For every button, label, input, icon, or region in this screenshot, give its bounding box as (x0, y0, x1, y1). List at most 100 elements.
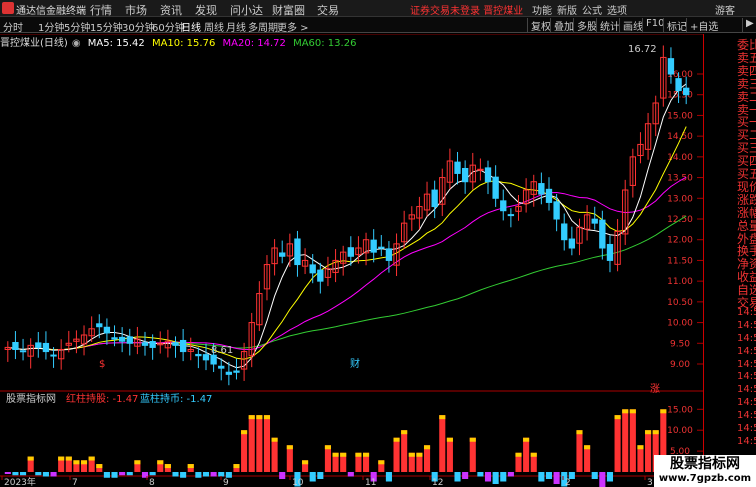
ind-tick-label: 10.00 (667, 426, 693, 436)
price-tick-label: 11.00 (667, 277, 693, 287)
candle-body (103, 326, 111, 334)
blue-bar (477, 472, 484, 477)
red-bar-cap (446, 437, 453, 442)
period-30min[interactable]: 30分钟 (122, 19, 155, 34)
period-more[interactable]: 更多 > (277, 19, 309, 34)
candle-body (454, 161, 461, 174)
red-bar (614, 415, 621, 472)
red-bar (446, 437, 453, 472)
candle-body (96, 323, 103, 328)
login-warning[interactable]: 证券交易未登录 晋控煤业 (410, 2, 523, 17)
time-tick-label: 9 (223, 478, 229, 487)
candle-body (35, 342, 42, 348)
red-bar (622, 409, 629, 472)
menu-quotes[interactable]: 行情 (90, 2, 112, 18)
candle-body (477, 168, 484, 171)
side-panel-label: 14:50 (737, 319, 756, 331)
price-tick-label: 13.50 (667, 174, 693, 184)
price-tick-label: 9.50 (670, 339, 690, 349)
menu-new-version[interactable]: 新版 (557, 2, 577, 17)
side-panel-label: 14:50 (737, 423, 756, 434)
side-panel-label: 14:50 (737, 371, 756, 383)
candle-body (599, 219, 606, 249)
candle-body (172, 342, 179, 346)
kline-chart[interactable]: 16.0015.5015.0014.5014.0013.5013.0012.50… (0, 34, 703, 487)
candle-body (591, 218, 598, 224)
menu-options[interactable]: 选项 (607, 2, 627, 17)
blue-bar (20, 472, 27, 476)
blue-bar (507, 472, 514, 477)
red-bar-cap (652, 430, 659, 435)
menu-trade[interactable]: 交易 (317, 2, 339, 18)
candle-body (378, 246, 385, 249)
candle-body (461, 167, 469, 183)
menu-formula[interactable]: 公式 (582, 2, 602, 17)
price-tick-label: 9.00 (670, 360, 690, 370)
period-5min[interactable]: 5分钟 (64, 19, 90, 34)
menu-news[interactable]: 资讯 (160, 2, 182, 18)
period-60min[interactable]: 60分钟 (152, 19, 185, 34)
red-bar-cap (363, 452, 370, 457)
red-bar (439, 415, 446, 472)
red-bar-cap (88, 456, 95, 461)
candle-body (317, 269, 324, 282)
blue-bar (347, 472, 354, 477)
red-bar (393, 437, 400, 472)
period-multi[interactable]: 多周期 (248, 19, 278, 34)
menu-functions[interactable]: 功能 (532, 2, 552, 17)
event-mark-2[interactable]: 财 (350, 357, 360, 370)
menu-wealth[interactable]: 财富圈 (272, 2, 305, 18)
menu-ask[interactable]: 问小达 (230, 2, 263, 18)
event-mark-3[interactable]: 涨 (650, 383, 660, 395)
red-bar-label: 红柱持股: -1.47 (66, 392, 138, 405)
red-bar-cap (401, 430, 408, 435)
period-daily[interactable]: 日线 (181, 19, 201, 34)
red-bar-cap (622, 409, 629, 414)
time-tick-label: 10 (292, 478, 304, 487)
candle-body (294, 238, 301, 266)
event-mark-1[interactable]: $ (99, 359, 105, 370)
period-intraday[interactable]: 分时 (3, 19, 23, 34)
blue-bar (42, 472, 49, 477)
quote-side-panel: 委比 卖五 卖四 卖三 卖二 卖一 买一 买二 买三 买四 买五 现价 涨跌 涨幅 总量 外盘 换手 净资 收益 自选… (703, 34, 756, 487)
red-bar-cap (660, 409, 667, 414)
red-bar-cap (157, 460, 164, 465)
red-bar-cap (614, 415, 621, 420)
red-bar-cap (248, 415, 255, 420)
menu-discover[interactable]: 发现 (195, 2, 217, 18)
side-panel-label: 14:50 (737, 384, 756, 396)
red-bar-cap (187, 464, 194, 469)
period-weekly[interactable]: 周线 (204, 19, 224, 34)
red-bar (645, 430, 652, 472)
red-bar-cap (576, 430, 583, 435)
red-bar-cap (324, 445, 331, 450)
add-favorite-button[interactable]: +自选 (686, 18, 721, 33)
period-1min[interactable]: 1分钟 (38, 19, 64, 34)
candle-body (675, 78, 682, 92)
side-panel-label: 14:50 (737, 306, 756, 318)
candle-body (492, 176, 499, 199)
period-15min[interactable]: 15分钟 (90, 19, 123, 34)
candle-body (431, 189, 438, 208)
red-bar (523, 437, 530, 472)
red-bar-cap (423, 445, 431, 450)
side-panel-label: 14:50 (737, 410, 756, 422)
app-logo-icon (2, 2, 14, 14)
watermark-title: 股票指标网 (670, 456, 740, 472)
red-bar-cap (73, 460, 80, 465)
blue-bar (180, 472, 187, 478)
red-bar (271, 437, 278, 472)
blue-bar (591, 472, 598, 479)
red-bar-cap (80, 460, 88, 465)
candle-body (149, 341, 156, 348)
price-tick-label: 10.00 (667, 319, 693, 329)
blue-bar (492, 472, 499, 484)
menu-market[interactable]: 市场 (125, 2, 147, 18)
expand-arrow-icon[interactable]: ▶ (742, 18, 756, 32)
time-tick-label: 12 (432, 478, 443, 487)
period-monthly[interactable]: 月线 (226, 19, 246, 34)
menu-guest[interactable]: 游客 (715, 2, 735, 17)
red-bar-cap (439, 415, 446, 420)
red-bar (263, 415, 271, 472)
blue-bar (462, 472, 469, 479)
